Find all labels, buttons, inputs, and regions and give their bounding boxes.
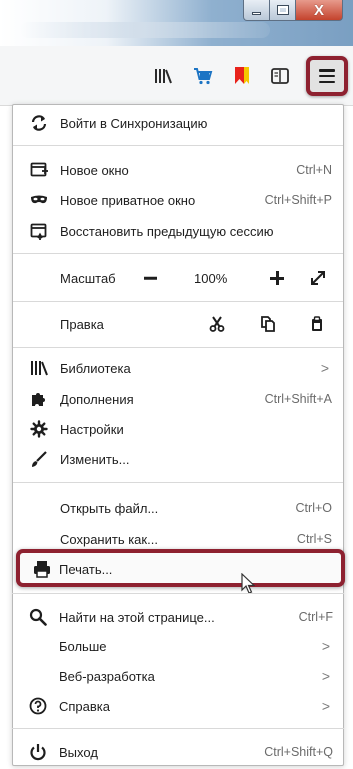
menu-item-addons[interactable]: Дополнения Ctrl+Shift+A [13,385,343,413]
menu-separator [13,301,343,302]
menu-item-label: Справка [59,698,110,714]
power-icon [30,744,46,761]
menu-item-label: Выход [59,744,98,760]
sync-icon [31,115,47,131]
library-icon [31,361,48,376]
menu-item-settings[interactable]: Настройки [13,415,343,443]
menu-item-label: Новое приватное окно [60,192,196,208]
menu-item-label: Войти в Синхронизацию [60,115,208,131]
menu-item-shortcut: Ctrl+F [298,610,333,624]
menu-item-label: Дополнения [60,391,134,407]
titlebar-background [20,22,270,38]
fullscreen-icon[interactable] [310,270,326,286]
menu-item-label: Сохранить как... [60,531,158,547]
window-controls: X [243,0,343,21]
puzzle-icon [32,393,45,406]
bookmark-icon[interactable] [232,66,252,86]
menu-item-shortcut: Ctrl+Shift+A [264,392,332,406]
menu-item-shortcut: Ctrl+S [296,532,332,546]
menu-item-label: Печать... [59,562,113,577]
menu-item-label: Открыть файл... [60,500,159,516]
cart-icon[interactable] [193,66,213,86]
edit-label: Правка [60,316,104,332]
maximize-button[interactable] [270,0,296,21]
menu-item-label: Библиотека [60,360,131,376]
menu-item-find[interactable]: Найти на этой странице... Ctrl+F [12,603,344,631]
menu-item-new-private-window[interactable]: Новое приватное окно Ctrl+Shift+P [13,186,343,214]
menu-item-label: Новое окно [60,162,129,178]
chevron-right-icon: > [321,668,330,684]
reader-view-icon[interactable] [270,66,290,86]
menu-item-label: Найти на этой странице... [59,609,215,625]
copy-icon[interactable] [260,316,276,332]
paintbrush-icon [32,451,47,467]
menu-separator [13,482,343,483]
menu-separator [13,253,343,254]
menu-item-web-developer[interactable]: Веб-разработка > [12,662,344,690]
restore-session-icon [30,223,47,240]
scissors-icon[interactable] [209,316,225,332]
menu-item-new-window[interactable]: Новое окно Ctrl+N [13,156,343,184]
chevron-right-icon: > [320,360,329,376]
menu-item-library[interactable]: Библиотека > [13,354,343,382]
hamburger-menu-button[interactable] [306,56,348,96]
menu-item-open-file[interactable]: Открыть файл... Ctrl+O [13,494,343,522]
paste-icon[interactable] [309,316,325,332]
minimize-icon [252,11,261,15]
menu-item-label: Больше [59,638,107,654]
minimize-button[interactable] [243,0,270,21]
menu-item-sync[interactable]: Войти в Синхронизацию [13,109,343,137]
mouse-cursor-icon [241,573,255,594]
menu-item-restore-session[interactable]: Восстановить предыдущую сессию [13,217,343,245]
menu-item-customize[interactable]: Изменить... [13,445,343,473]
menu-item-shortcut: Ctrl+O [295,501,332,515]
zoom-level[interactable]: 100% [194,271,227,286]
menu-item-label: Настройки [60,421,124,437]
hamburger-menu-icon [319,69,335,83]
chevron-right-icon: > [321,638,330,654]
printer-icon [34,561,50,578]
menu-separator [13,347,343,348]
menu-item-shortcut: Ctrl+N [296,163,332,177]
close-icon: X [313,1,324,19]
gear-icon [30,420,48,438]
search-icon [29,608,47,626]
menu-item-more[interactable]: Больше > [12,632,344,660]
window-titlebar: X [0,0,353,46]
menu-item-print[interactable]: Печать... [16,549,345,587]
menu-item-shortcut: Ctrl+Shift+Q [264,745,333,759]
menu-zoom-row: Масштаб 100% [13,264,343,292]
menu-item-label: Веб-разработка [59,668,155,684]
menu-edit-row: Правка [13,310,343,338]
zoom-in-button[interactable] [270,271,284,285]
chevron-right-icon: > [321,698,330,714]
menu-item-label: Восстановить предыдущую сессию [60,223,274,239]
private-mask-icon [31,195,47,204]
menu-separator [12,728,344,729]
menu-item-label: Изменить... [60,451,130,467]
menu-separator [12,593,344,594]
zoom-label: Масштаб [60,270,116,286]
menu-item-shortcut: Ctrl+Shift+P [264,193,332,207]
menu-item-help[interactable]: Справка > [12,692,344,720]
browser-toolbar [0,46,353,106]
maximize-icon [276,5,289,15]
menu-separator [13,145,343,146]
help-icon [29,697,47,715]
zoom-out-button[interactable] [144,276,157,280]
library-icon[interactable] [153,66,173,86]
close-button[interactable]: X [296,0,343,21]
menu-item-exit[interactable]: Выход Ctrl+Shift+Q [12,738,344,766]
new-window-icon [30,162,48,177]
